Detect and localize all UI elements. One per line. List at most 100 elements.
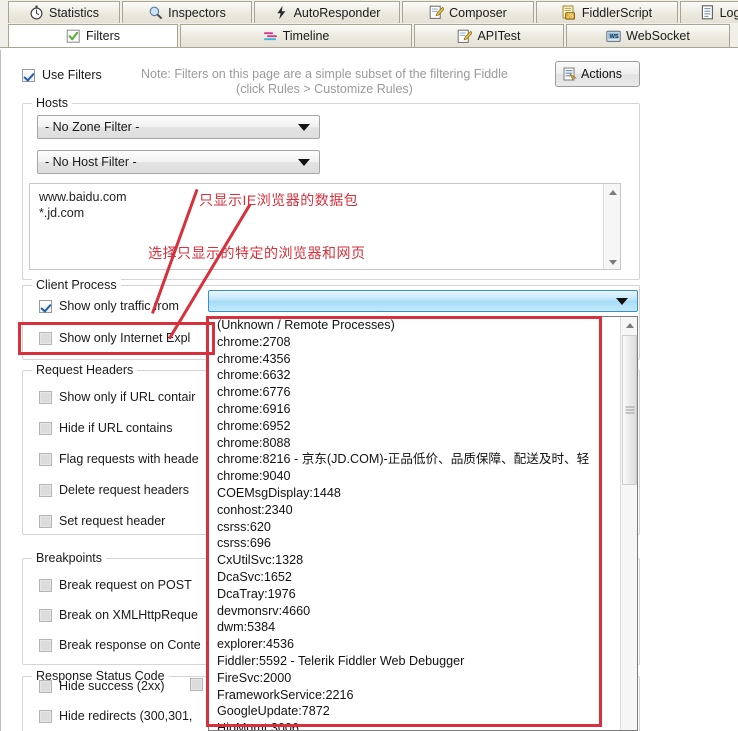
checkbox[interactable]	[39, 578, 52, 592]
show-only-traffic-from-checkbox[interactable]	[39, 299, 52, 313]
dropdown-item[interactable]: devmonsrv:4660	[209, 603, 637, 620]
scroll-down-icon[interactable]	[604, 254, 620, 269]
checkbox-label: Hide success (2xx)	[59, 679, 165, 693]
checkbox[interactable]	[39, 709, 52, 723]
tab-apitest[interactable]: APITest	[414, 24, 564, 47]
checkbox[interactable]	[39, 421, 52, 435]
checkbox-label: Flag requests with heade	[59, 452, 199, 466]
scroll-up-icon[interactable]	[604, 184, 620, 201]
actions-icon	[562, 67, 577, 82]
dropdown-item[interactable]: chrome:8216 - 京东(JD.COM)-正品低价、品质保障、配送及时、…	[209, 451, 637, 468]
use-filters-row[interactable]: Use Filters	[22, 68, 102, 82]
tab-fiddlerscript[interactable]: JS FiddlerScript	[536, 1, 678, 23]
client-process-dropdown[interactable]: (Unknown / Remote Processes) chrome:2708 c…	[208, 316, 638, 731]
checkbox[interactable]	[39, 390, 52, 404]
dropdown-item[interactable]: chrome:2708	[209, 334, 637, 351]
checkbox-row[interactable]: Hide success (2xx)	[39, 679, 165, 693]
dropdown-item[interactable]: Fiddler:5592 - Telerik Fiddler Web Debug…	[209, 653, 637, 670]
checkbox-label: Break response on Conte	[59, 638, 201, 652]
dropdown-item[interactable]: explorer:4536	[209, 636, 637, 653]
tab-label: Composer	[449, 5, 507, 20]
request-headers-group-title: Request Headers	[32, 363, 138, 377]
tab-label: Statistics	[48, 5, 99, 20]
dropdown-item[interactable]: DcaTray:1976	[209, 586, 637, 603]
tab-label: AutoResponder	[293, 5, 381, 20]
dropdown-item[interactable]: chrome:4356	[209, 351, 637, 368]
checkbox[interactable]	[39, 483, 52, 497]
dropdown-item[interactable]: CxUtilSvc:1328	[209, 552, 637, 569]
tab-label: Log	[719, 5, 738, 20]
tab-websocket[interactable]: WS WebSocket	[566, 24, 730, 47]
tab-statistics[interactable]: Statistics	[8, 1, 120, 23]
checkbox-row[interactable]: Break response on Conte	[39, 638, 201, 652]
svg-text:JS: JS	[567, 14, 574, 20]
checkbox[interactable]	[39, 608, 52, 622]
checkbox-label: Break on XMLHttpReque	[59, 608, 198, 622]
show-only-ie-checkbox[interactable]	[39, 331, 52, 345]
dropdown-item[interactable]: (Unknown / Remote Processes)	[209, 317, 637, 334]
fiddler-filters-window: Statistics Inspectors AutoResponder Compose…	[0, 0, 738, 731]
checkbox-label: Set request header	[59, 514, 166, 528]
dropdown-item[interactable]: chrome:6632	[209, 367, 637, 384]
dropdown-item[interactable]: COEMsgDisplay:1448	[209, 485, 637, 502]
client-process-group-title: Client Process	[32, 278, 121, 292]
host-filter-combo[interactable]: - No Host Filter -	[37, 150, 320, 174]
checkbox-row[interactable]: Hide redirects (300,301,	[39, 709, 192, 723]
checkbox-green-icon	[66, 29, 81, 44]
show-only-traffic-from-label: Show only traffic from	[59, 299, 179, 313]
hosts-group-title: Hosts	[32, 96, 72, 110]
pencil-note-icon	[429, 5, 445, 20]
zone-filter-combo[interactable]: - No Zone Filter -	[37, 115, 320, 139]
dropdown-item[interactable]: conhost:2340	[209, 502, 637, 519]
tab-timeline[interactable]: Timeline	[180, 24, 412, 47]
dropdown-item[interactable]: HipMgmt:3006	[209, 720, 637, 730]
dropdown-item[interactable]: chrome:6952	[209, 418, 637, 435]
dropdown-item[interactable]: DcaSvc:1652	[209, 569, 637, 586]
checkbox-row[interactable]: Hide if URL contains	[39, 421, 172, 435]
checkbox-row[interactable]: Set request header	[39, 514, 165, 528]
dropdown-item[interactable]: chrome:9040	[209, 468, 637, 485]
dropdown-item[interactable]: csrss:620	[209, 519, 637, 536]
dropdown-item[interactable]: FrameworkService:2216	[209, 687, 637, 704]
host-list-scrollbar[interactable]	[603, 184, 620, 269]
tab-log[interactable]: Log	[680, 1, 738, 23]
dropdown-item[interactable]: GoogleUpdate:7872	[209, 703, 637, 720]
dropdown-item[interactable]: FireSvc:2000	[209, 670, 637, 687]
use-filters-checkbox[interactable]	[22, 68, 35, 82]
scroll-up-icon[interactable]	[621, 317, 637, 334]
tab-inspectors[interactable]: Inspectors	[122, 1, 252, 23]
dropdown-item[interactable]: chrome:6776	[209, 384, 637, 401]
client-process-combo[interactable]	[208, 290, 638, 312]
response-status-extra-row[interactable]	[190, 678, 203, 691]
dropdown-item[interactable]: csrss:696	[209, 535, 637, 552]
svg-text:WS: WS	[610, 34, 619, 40]
checkbox-label: Hide if URL contains	[59, 421, 173, 435]
checkbox[interactable]	[39, 638, 52, 652]
checkbox-row[interactable]: Break on XMLHttpReque	[39, 608, 198, 622]
actions-button[interactable]: Actions	[555, 61, 640, 87]
checkbox-row[interactable]: Show only if URL contair	[39, 390, 195, 404]
scrollbar-thumb[interactable]	[622, 335, 637, 485]
checkbox[interactable]	[39, 679, 52, 693]
filters-note-line1: Note: Filters on this page are a simple …	[141, 67, 508, 81]
checkbox-label: Delete request headers	[59, 483, 189, 497]
lightning-icon	[274, 5, 289, 20]
tab-autoresponder[interactable]: AutoResponder	[254, 1, 400, 23]
checkbox-row[interactable]: Delete request headers	[39, 483, 189, 497]
annotation-text-select: 选择只显示的特定的浏览器和网页	[148, 245, 366, 261]
checkbox-row[interactable]: Flag requests with heade	[39, 452, 199, 466]
dropdown-item[interactable]: chrome:8088	[209, 435, 637, 452]
tab-composer[interactable]: Composer	[402, 1, 534, 23]
checkbox-row[interactable]: Break request on POST	[39, 578, 192, 592]
dropdown-item[interactable]: chrome:6916	[209, 401, 637, 418]
js-script-icon: JS	[562, 5, 577, 20]
checkbox[interactable]	[39, 452, 52, 466]
checkbox[interactable]	[39, 514, 52, 528]
magnifier-icon	[148, 5, 163, 20]
dropdown-scrollbar[interactable]	[620, 317, 637, 730]
tab-row-secondary: Filters Timeline APITest WS WebSocket	[0, 24, 738, 48]
dropdown-item[interactable]: dwm:5384	[209, 619, 637, 636]
client-process-dropdown-list[interactable]: (Unknown / Remote Processes) chrome:2708 c…	[209, 317, 637, 730]
tab-filters[interactable]: Filters	[8, 24, 178, 47]
response-status-extra-checkbox[interactable]	[190, 678, 203, 691]
